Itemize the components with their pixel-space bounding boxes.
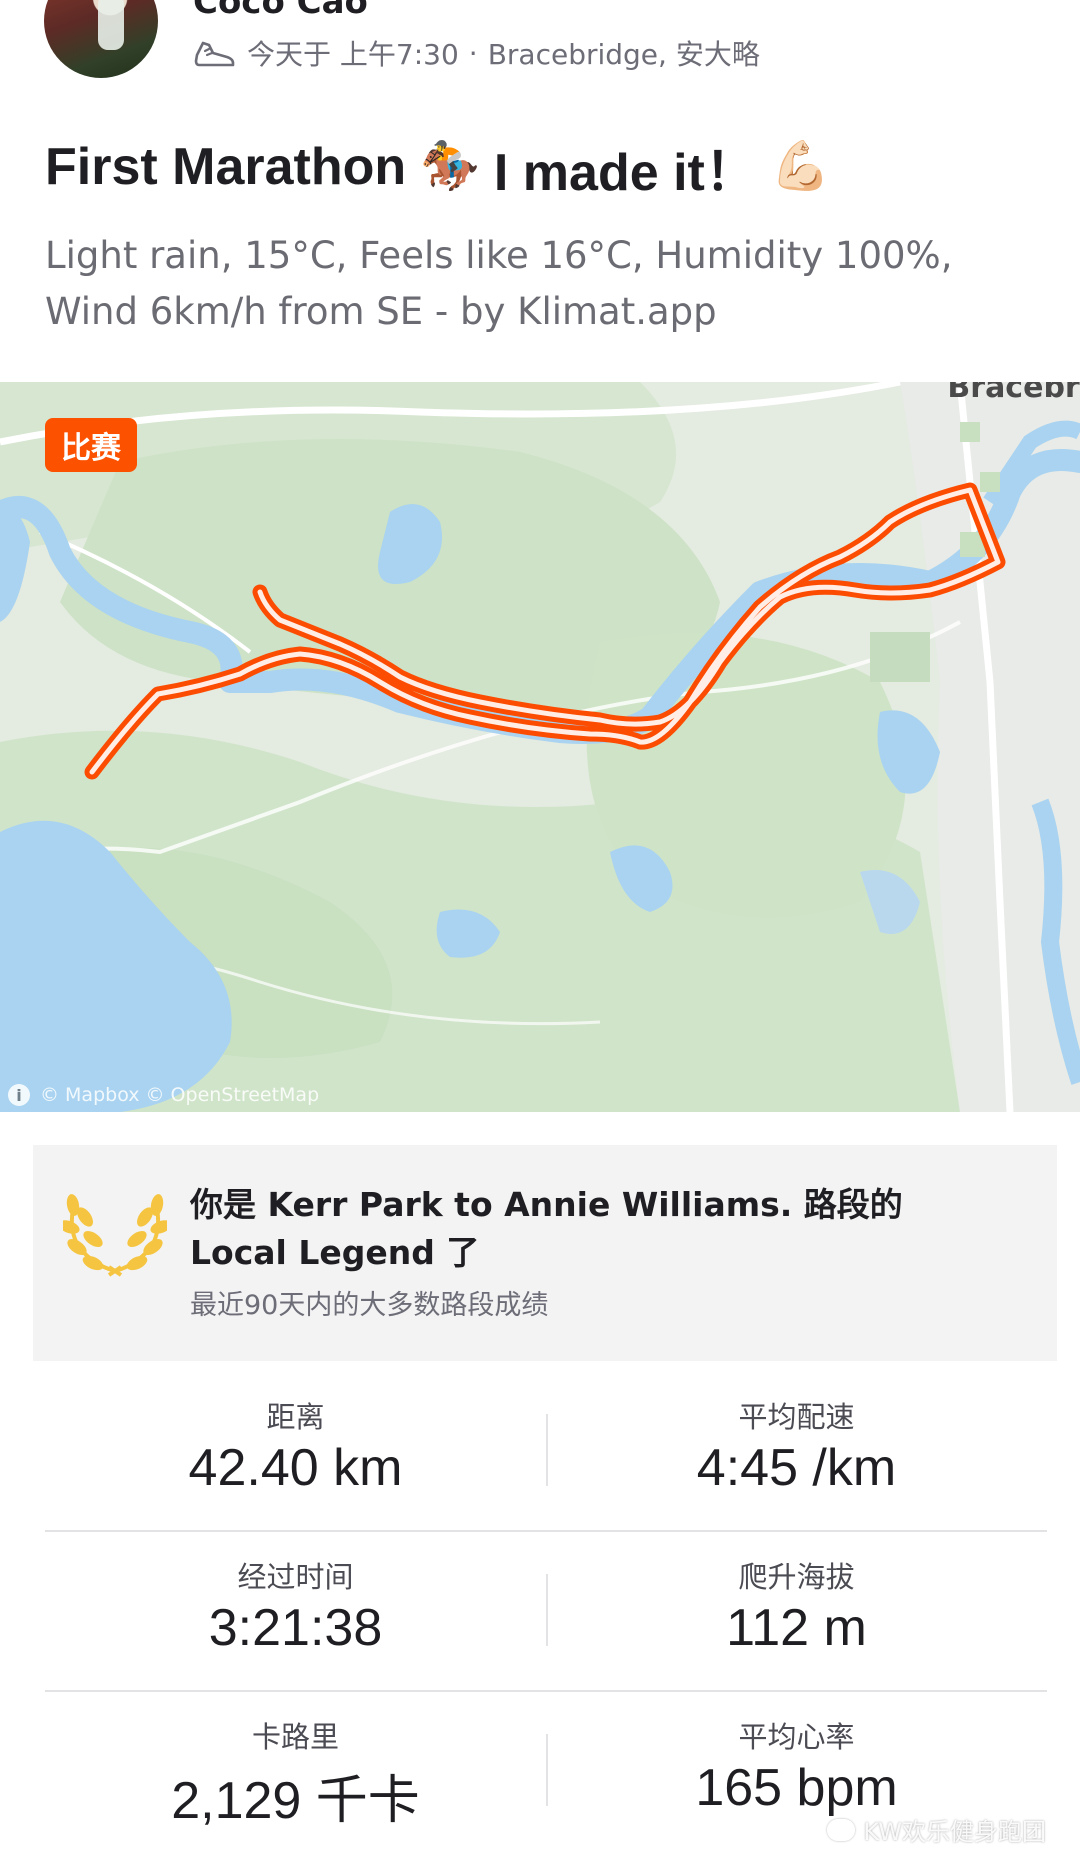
- stat-value: 165 bpm: [695, 1759, 898, 1817]
- meta-separator: ·: [468, 36, 478, 70]
- stat-value: 112 m: [726, 1599, 867, 1657]
- horse-racing-emoji: 🏇: [420, 140, 480, 193]
- running-shoe-icon: [193, 37, 237, 69]
- activity-timestamp: 今天于 上午7:30: [247, 38, 459, 71]
- laurel-wreath-icon: [58, 1187, 172, 1277]
- title-text-1: First Marathon: [45, 138, 407, 196]
- race-badge: 比赛: [45, 418, 137, 472]
- local-legend-subtitle: 最近90天内的大多数路段成绩: [190, 1290, 549, 1321]
- stat-value: 4:45 /km: [696, 1439, 897, 1497]
- stat-calories: 卡路里 2,129 千卡: [45, 1692, 546, 1850]
- stat-label: 经过时间: [237, 1560, 354, 1594]
- map-canvas: [0, 382, 1080, 1112]
- user-name[interactable]: Coco Cao: [193, 0, 368, 22]
- map-place-label: Bracebri: [947, 382, 1080, 405]
- avatar-figure: [98, 0, 124, 50]
- stat-value: 2,129 千卡: [171, 1772, 420, 1830]
- map-attribution[interactable]: i © Mapbox © OpenStreetMap: [8, 1084, 319, 1106]
- stat-label: 平均心率: [738, 1720, 855, 1754]
- stat-avg-pace: 平均配速 4:45 /km: [546, 1372, 1047, 1530]
- activity-location: Bracebridge, 安大略: [487, 38, 760, 71]
- stat-elapsed-time: 经过时间 3:21:38: [45, 1532, 546, 1690]
- local-legend-card[interactable]: 你是 Kerr Park to Annie Williams. 路段的 Loca…: [33, 1145, 1057, 1361]
- wechat-watermark: KW欢乐健身跑团: [827, 1812, 1046, 1847]
- local-legend-title: 你是 Kerr Park to Annie Williams. 路段的 Loca…: [190, 1185, 903, 1272]
- title-text-2: I made it！: [493, 143, 757, 202]
- stat-label: 卡路里: [251, 1720, 339, 1754]
- route-map[interactable]: Bracebri 比赛 i © Mapbox © OpenStreetMap: [0, 382, 1080, 1112]
- avatar[interactable]: [44, 0, 158, 78]
- stat-distance: 距离 42.40 km: [45, 1372, 546, 1530]
- activity-description: Light rain, 15°C, Feels like 16°C, Humid…: [45, 234, 953, 333]
- watermark-text: KW欢乐健身跑团: [863, 1818, 1046, 1846]
- wechat-icon: [827, 1818, 856, 1841]
- stat-elevation-gain: 爬升海拔 112 m: [546, 1532, 1047, 1690]
- stat-label: 距离: [266, 1400, 325, 1434]
- stat-row: 距离 42.40 km 平均配速 4:45 /km: [45, 1372, 1047, 1532]
- activity-stats: 距离 42.40 km 平均配速 4:45 /km 经过时间 3:21:38 爬…: [45, 1372, 1047, 1850]
- stat-row: 经过时间 3:21:38 爬升海拔 112 m: [45, 1532, 1047, 1692]
- info-icon[interactable]: i: [8, 1084, 30, 1106]
- map-credit-text: © Mapbox © OpenStreetMap: [40, 1084, 320, 1106]
- flexed-biceps-emoji: 💪🏻: [770, 140, 831, 193]
- stat-label: 爬升海拔: [738, 1560, 855, 1594]
- stat-value: 42.40 km: [188, 1439, 403, 1497]
- activity-meta: 今天于 上午7:30 · Bracebridge, 安大略: [193, 33, 760, 73]
- stat-label: 平均配速: [738, 1400, 855, 1434]
- activity-title[interactable]: First Marathon 🏇 I made it！ 💪🏻: [45, 132, 831, 202]
- stat-value: 3:21:38: [208, 1599, 383, 1657]
